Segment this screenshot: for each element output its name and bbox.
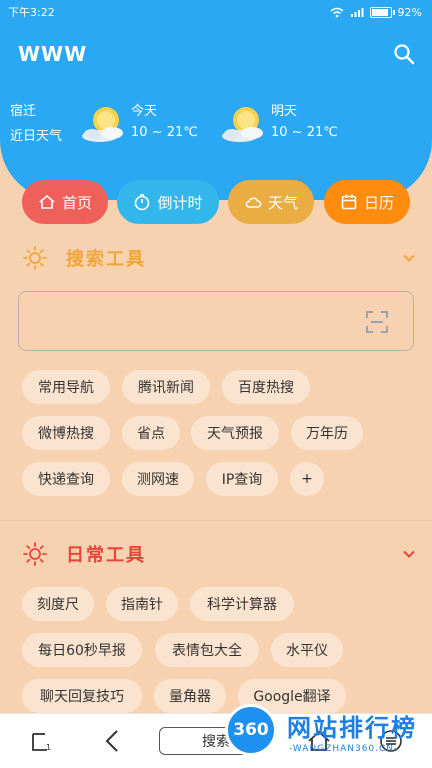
calendar-icon [341,194,357,210]
tabs-icon[interactable]: 1 [28,728,54,754]
tool-chip[interactable]: 表情包大全 [155,633,259,667]
tool-chip[interactable]: 微博热搜 [22,416,110,450]
tool-chip[interactable]: 省点 [122,416,180,450]
tab-countdown[interactable]: 倒计时 [117,180,219,224]
watermark-logo: 360 网站排行榜 -WANGZHAN360.CN- [225,700,430,766]
section-divider [0,520,432,521]
scan-icon[interactable] [365,310,389,334]
tab-label: 首页 [61,193,92,212]
weather-location: 宿迁 近日天气 [10,100,62,144]
home-icon [39,194,55,209]
tool-chip[interactable]: 万年历 [291,416,363,450]
tool-chip[interactable]: 量角器 [154,679,226,713]
cloud-icon [245,197,262,208]
tool-chip[interactable]: 每日60秒早报 [22,633,142,667]
tab-weather[interactable]: 天气 [228,180,314,224]
weather-tomorrow: 明天 10 ~ 21℃ [271,100,338,140]
stopwatch-icon [135,194,150,211]
tomorrow-label: 明天 [271,104,298,119]
sunny-cloudy-icon [82,107,123,142]
watermark-subtext: -WANGZHAN360.CN- [289,744,399,754]
tab-calendar[interactable]: 日历 [324,180,410,224]
today-temp: 10 ~ 21℃ [131,125,198,140]
daily-tools-header[interactable]: 日常工具 [22,539,418,569]
sunny-cloudy-icon [222,107,263,142]
today-label: 今天 [131,104,158,119]
tool-chip[interactable]: 腾讯新闻 [122,370,210,404]
city-name: 宿迁 [10,104,37,119]
search-icon[interactable] [392,42,416,66]
chevron-down-icon[interactable] [402,547,416,561]
tool-chip[interactable]: 刻度尺 [22,587,94,621]
status-time: 下午3:22 [8,6,55,19]
app-title: WWW [18,42,88,66]
header-banner [0,0,432,200]
watermark-text: 网站排行榜 [287,714,417,742]
weather-today: 今天 10 ~ 21℃ [131,100,198,140]
section-title: 日常工具 [66,545,146,566]
tab-label: 日历 [363,193,394,212]
tool-chip[interactable]: 科学计算器 [190,587,294,621]
tool-chip[interactable]: 测网速 [122,462,194,496]
battery-percent: 92% [397,5,422,19]
tab-home[interactable]: 首页 [22,180,108,224]
status-bar: 下午3:22 92% [0,0,432,24]
tab-label: 倒计时 [157,193,203,212]
chevron-down-icon[interactable] [402,251,416,265]
tool-chip[interactable]: 指南针 [106,587,178,621]
add-tool-button[interactable]: + [290,462,324,496]
tool-chip[interactable]: 常用导航 [22,370,110,404]
tab-label: 天气 [267,193,298,212]
tool-chip[interactable]: 水平仪 [271,633,343,667]
sun-icon [23,542,47,566]
svg-text:1: 1 [46,743,51,752]
signal-icon [350,7,364,17]
tomorrow-temp: 10 ~ 21℃ [271,125,338,140]
watermark-badge: 360 [225,704,277,756]
search-input[interactable] [18,291,414,351]
main-tabs: 首页 倒计时 天气 日历 [22,180,412,224]
back-icon[interactable] [100,728,126,754]
city-subtitle: 近日天气 [10,129,63,144]
wifi-icon [330,7,344,17]
section-title: 搜索工具 [66,249,146,270]
battery-icon [369,6,395,18]
tool-chip[interactable]: 快递查询 [22,462,110,496]
tool-chip[interactable]: IP查询 [206,462,278,496]
tool-chip[interactable]: 天气预报 [191,416,279,450]
search-tools-header[interactable]: 搜索工具 [22,243,418,273]
tool-chip[interactable]: 百度热搜 [222,370,310,404]
sun-icon [23,246,47,270]
tool-chip[interactable]: 聊天回复技巧 [22,679,142,713]
